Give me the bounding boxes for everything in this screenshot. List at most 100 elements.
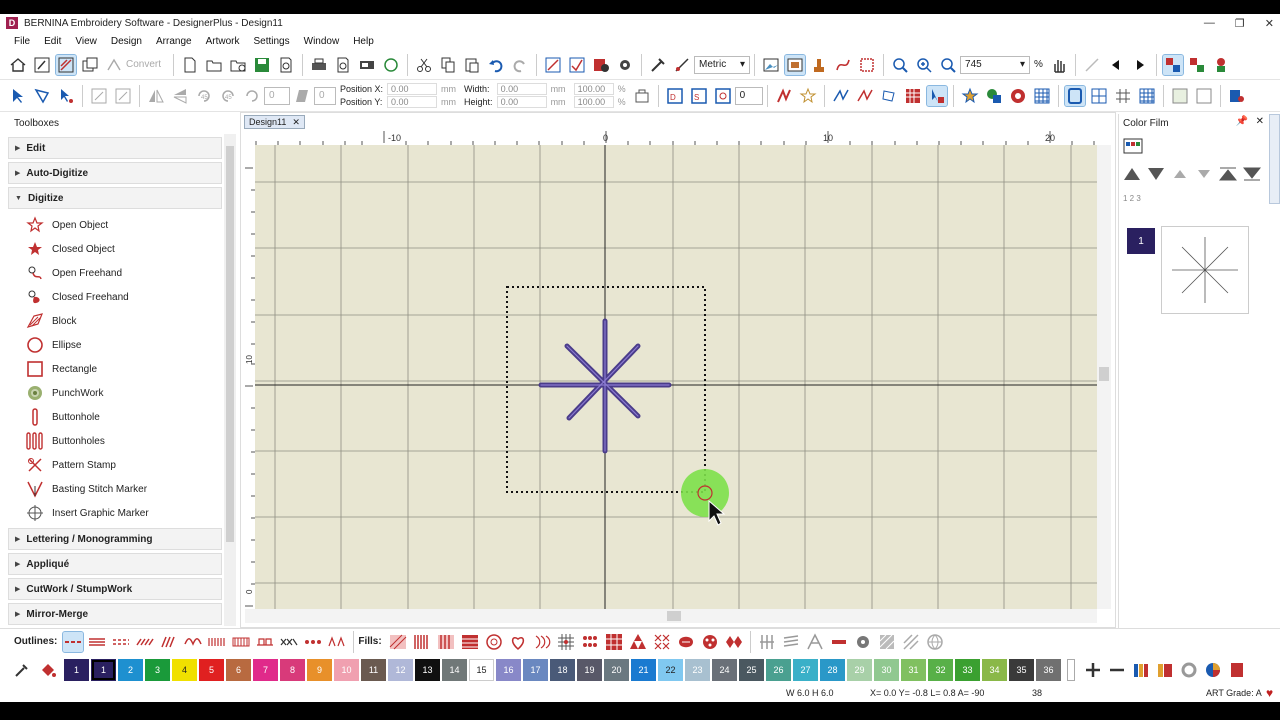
star-shape-icon[interactable] — [798, 86, 818, 106]
fill-fancy-icon[interactable] — [460, 632, 480, 652]
thread-brand-icon[interactable] — [1155, 660, 1175, 680]
convert-button[interactable]: Convert — [126, 59, 161, 70]
measure-icon[interactable] — [672, 55, 692, 75]
palette-swatch[interactable]: 10 — [334, 659, 359, 681]
palette-swatch[interactable]: 15 — [469, 659, 494, 681]
palette-swatch[interactable]: 11 — [361, 659, 386, 681]
restore-button[interactable]: ❐ — [1235, 17, 1245, 30]
color-bucket-icon[interactable] — [38, 660, 58, 680]
convert-icon[interactable] — [104, 55, 124, 75]
tool-punchwork[interactable]: PunchWork — [24, 382, 104, 404]
toolbox-lettering-monogramming[interactable]: ▶ Lettering / Monogramming — [8, 528, 222, 550]
thread-chart-icon[interactable] — [1131, 660, 1151, 680]
rotate-icon[interactable] — [242, 86, 262, 106]
design-canvas[interactable]: -10 0 10 20 10 0 — [245, 131, 1111, 623]
eyedropper-icon[interactable] — [12, 660, 32, 680]
hoop-color-icon[interactable] — [1179, 660, 1199, 680]
minimize-button[interactable]: — — [1204, 17, 1215, 29]
show-picture-icon[interactable] — [761, 55, 781, 75]
move-to-top-icon[interactable] — [1219, 166, 1237, 182]
export-machine-icon[interactable] — [357, 55, 377, 75]
break-apart-icon[interactable] — [855, 86, 875, 106]
slant-angle-field[interactable]: 0 — [314, 86, 336, 105]
position-x-field[interactable]: 0.00 — [387, 83, 438, 95]
close-icon[interactable]: ✕ — [1256, 116, 1264, 127]
repeat-count-field[interactable]: 0 — [734, 86, 763, 105]
palette-swatch[interactable]: 29 — [847, 659, 872, 681]
toolboxes-scrollbar[interactable] — [224, 134, 236, 626]
thread-spool-icon[interactable] — [1227, 660, 1247, 680]
remove-color-icon[interactable] — [1107, 660, 1127, 680]
duplicate-icon[interactable]: D — [665, 86, 685, 106]
object-properties-icon[interactable] — [853, 632, 873, 652]
copy-icon[interactable] — [438, 55, 458, 75]
menu-view[interactable]: View — [75, 36, 97, 47]
position-y-field[interactable]: 0.00 — [387, 96, 438, 108]
palette-swatch[interactable]: 22 — [658, 659, 683, 681]
tool-block[interactable]: Block — [24, 310, 76, 332]
toolbox-applique[interactable]: ▶ Appliqué — [8, 553, 222, 575]
side-docked-tab[interactable] — [1269, 114, 1280, 204]
palette-swatch[interactable]: 8 — [280, 659, 305, 681]
print-icon[interactable] — [309, 55, 329, 75]
lock-proportions-icon[interactable] — [632, 86, 652, 106]
export-to-machine-icon[interactable] — [1227, 86, 1247, 106]
tool-basting-stitch-marker[interactable]: Basting Stitch Marker — [24, 478, 147, 500]
palette-swatch[interactable]: 18 — [550, 659, 575, 681]
remove-overlaps-icon[interactable] — [925, 84, 948, 107]
fill-triangle-icon[interactable] — [628, 632, 648, 652]
tool-pattern-stamp[interactable]: Pattern Stamp — [24, 454, 116, 476]
menu-help[interactable]: Help — [353, 36, 374, 47]
settings-gear-icon[interactable] — [615, 55, 635, 75]
palette-swatch[interactable]: 7 — [253, 659, 278, 681]
tool-closed-object[interactable]: Closed Object — [24, 238, 115, 260]
outline-backstitch-icon[interactable] — [111, 632, 131, 652]
palette-swatch[interactable]: 34 — [982, 659, 1007, 681]
move-down-icon[interactable] — [1195, 166, 1213, 182]
outline-wave-icon[interactable] — [183, 632, 203, 652]
trace-icon[interactable] — [1082, 55, 1102, 75]
toolbox-edit[interactable]: ▶ Edit — [8, 137, 222, 159]
color-wheel-palette-icon[interactable] — [1203, 660, 1223, 680]
width-field[interactable]: 0.00 — [496, 83, 547, 95]
palette-swatch[interactable]: 16 — [496, 659, 521, 681]
tool-closed-freehand[interactable]: Closed Freehand — [24, 286, 129, 308]
print-preview-icon[interactable] — [276, 55, 296, 75]
branch-icon[interactable] — [1211, 55, 1231, 75]
show-grid-icon[interactable] — [1089, 86, 1109, 106]
ripple-icon[interactable] — [757, 632, 777, 652]
palette-swatch[interactable]: 23 — [685, 659, 710, 681]
close-icon[interactable]: ✕ — [292, 117, 300, 128]
slant-icon[interactable] — [292, 86, 312, 106]
outline-satin-icon[interactable] — [159, 632, 179, 652]
fill-cross-stitch-icon[interactable] — [604, 632, 624, 652]
fill-net-icon[interactable] — [556, 632, 576, 652]
fill-satin-icon[interactable] — [412, 632, 432, 652]
palette-swatch[interactable]: 27 — [793, 659, 818, 681]
fill-x-pattern-icon[interactable] — [652, 632, 672, 652]
tools-icon[interactable] — [648, 55, 668, 75]
move-to-bottom-icon[interactable] — [1243, 166, 1261, 182]
color-blend-icon[interactable] — [984, 86, 1004, 106]
tool-open-freehand[interactable]: Open Freehand — [24, 262, 122, 284]
next-icon[interactable] — [1130, 55, 1150, 75]
auto-fabric-icon[interactable] — [960, 86, 980, 106]
home-icon[interactable] — [8, 55, 28, 75]
palette-swatch[interactable]: 17 — [523, 659, 548, 681]
palette-swatch[interactable]: 30 — [874, 659, 899, 681]
fill-radial-icon[interactable] — [484, 632, 504, 652]
grid-lines-icon[interactable] — [1113, 86, 1133, 106]
zoom-in-icon[interactable] — [914, 55, 934, 75]
knife-icon[interactable] — [879, 86, 899, 106]
background-icon[interactable] — [1170, 86, 1190, 106]
rotate-left-45-icon[interactable]: 45 — [194, 86, 214, 106]
fill-sequin-icon[interactable] — [580, 632, 600, 652]
outline-cross-icon[interactable] — [279, 632, 299, 652]
overlap-mode-icon[interactable] — [80, 55, 100, 75]
outline-motif-icon[interactable] — [327, 632, 347, 652]
fill-trapunto-icon[interactable] — [676, 632, 696, 652]
select-object-icon[interactable] — [1161, 53, 1184, 76]
outline-effect-icon[interactable] — [781, 632, 801, 652]
outline-blanket-icon[interactable] — [207, 632, 227, 652]
menu-settings[interactable]: Settings — [253, 36, 289, 47]
